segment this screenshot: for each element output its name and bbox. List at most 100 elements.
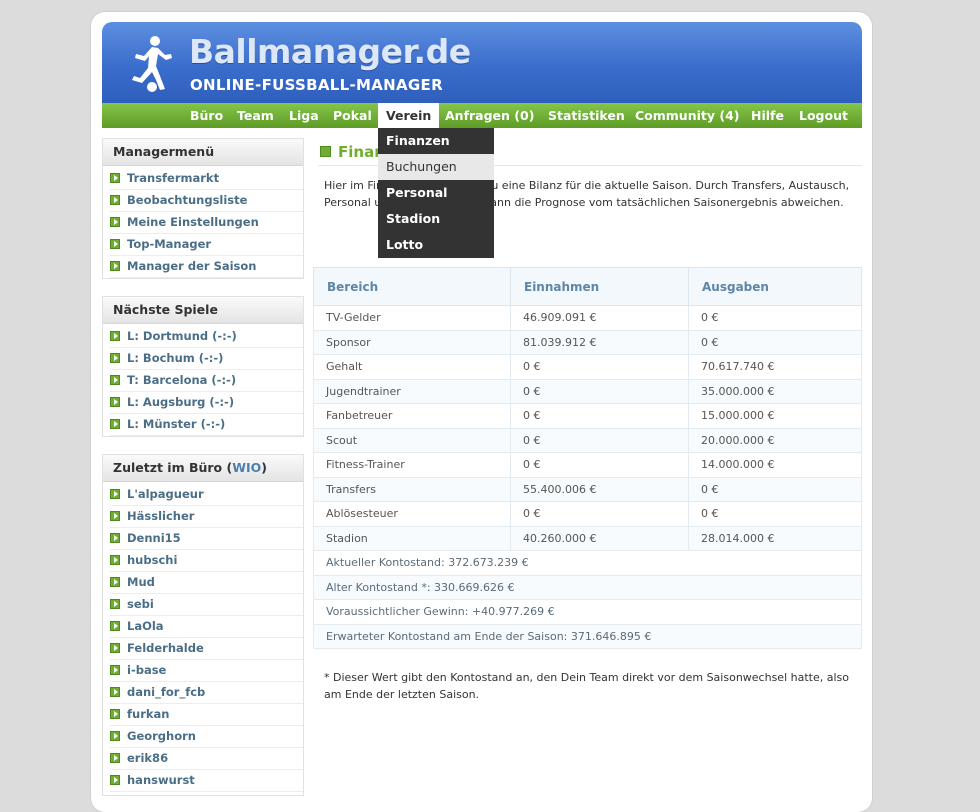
recent-user-item[interactable]: LaOla xyxy=(110,616,303,638)
next-game-item[interactable]: L: Bochum (-:-) xyxy=(110,348,303,370)
table-cell: 14.000.000 € xyxy=(688,452,862,478)
table-cell: 20.000.000 € xyxy=(688,427,862,453)
table-cell: 28.014.000 € xyxy=(688,525,862,551)
sidebar-item-transfermarkt[interactable]: Transfermarkt xyxy=(110,168,303,190)
summary-row: Voraussichtlicher Gewinn: +40.977.269 € xyxy=(313,599,862,625)
recent-user-item[interactable]: hanswurst xyxy=(110,770,303,792)
arrow-bullet-icon xyxy=(110,731,120,741)
summary-expected-profit: Voraussichtlicher Gewinn: +40.977.269 € xyxy=(313,599,862,625)
recent-user-item[interactable]: i-base xyxy=(110,660,303,682)
site-header: Ballmanager.de ONLINE-FUSSBALL-MANAGER xyxy=(102,22,862,103)
table-row: Scout 0 €20.000.000 € xyxy=(313,427,862,453)
table-cell: Ablösesteuer xyxy=(313,501,511,527)
sidebar-item-einstellungen[interactable]: Meine Einstellungen xyxy=(110,212,303,234)
column-header-bereich: Bereich xyxy=(313,267,511,306)
table-cell: TV-Gelder xyxy=(313,305,511,331)
nav-item-anfragen[interactable]: Anfragen (0) xyxy=(445,103,534,128)
table-cell: Fitness-Trainer xyxy=(313,452,511,478)
table-cell: 55.400.006 € xyxy=(510,476,689,502)
table-cell: Sponsor xyxy=(313,329,511,355)
section-square-icon xyxy=(320,146,331,157)
arrow-bullet-icon xyxy=(110,419,120,429)
site-title[interactable]: Ballmanager.de xyxy=(189,32,471,71)
table-row: Fanbetreuer 0 €15.000.000 € xyxy=(313,403,862,429)
next-games-title: Nächste Spiele xyxy=(103,297,303,324)
footnote-text: * Dieser Wert gibt den Kontostand an, de… xyxy=(324,671,849,701)
nav-item-buero[interactable]: Büro xyxy=(190,103,223,128)
recent-user-item[interactable]: Denni15 xyxy=(110,528,303,550)
nav-item-verein[interactable]: Verein xyxy=(378,103,440,128)
arrow-bullet-icon xyxy=(110,753,120,763)
arrow-bullet-icon xyxy=(110,331,120,341)
nav-item-team[interactable]: Team xyxy=(237,103,274,128)
table-cell: Fanbetreuer xyxy=(313,403,511,429)
table-cell: 0 € xyxy=(688,329,862,355)
menu-item-buchungen[interactable]: Buchungen xyxy=(378,154,494,180)
arrow-bullet-icon xyxy=(110,217,120,227)
table-cell: 0 € xyxy=(688,476,862,502)
recent-visitors-title: Zuletzt im Büro (WIO) xyxy=(103,455,303,482)
sidebar-item-beobachtungsliste[interactable]: Beobachtungsliste xyxy=(110,190,303,212)
table-header-row: Bereich Einnahmen Ausgaben xyxy=(313,267,862,306)
table-cell: 0 € xyxy=(510,452,689,478)
sidebar-item-manager-der-saison[interactable]: Manager der Saison xyxy=(110,256,303,278)
arrow-bullet-icon xyxy=(110,195,120,205)
next-game-item[interactable]: L: Münster (-:-) xyxy=(110,414,303,436)
recent-user-item[interactable]: sebi xyxy=(110,594,303,616)
arrow-bullet-icon xyxy=(110,599,120,609)
recent-user-item[interactable]: Felderhalde xyxy=(110,638,303,660)
table-cell: 0 € xyxy=(510,354,689,380)
main-nav: Büro Team Liga Pokal Verein Anfragen (0)… xyxy=(102,103,862,128)
next-game-item[interactable]: L: Augsburg (-:-) xyxy=(110,392,303,414)
next-game-item[interactable]: T: Barcelona (-:-) xyxy=(110,370,303,392)
table-cell: 0 € xyxy=(510,403,689,429)
recent-user-item[interactable]: erik86 xyxy=(110,748,303,770)
menu-item-stadion[interactable]: Stadion xyxy=(378,206,494,232)
menu-item-personal[interactable]: Personal xyxy=(378,180,494,206)
recent-user-item[interactable]: Hässlicher xyxy=(110,506,303,528)
table-row: Jugendtrainer 0 €35.000.000 € xyxy=(313,378,862,404)
recent-user-item[interactable]: Mud xyxy=(110,572,303,594)
table-cell: 35.000.000 € xyxy=(688,378,862,404)
table-cell: Jugendtrainer xyxy=(313,378,511,404)
table-row: TV-Gelder 46.909.091 €0 € xyxy=(313,305,862,331)
summary-row: Erwarteter Kontostand am Ende der Saison… xyxy=(313,623,862,649)
finance-table: Bereich Einnahmen Ausgaben TV-Gelder 46.9… xyxy=(313,267,862,649)
table-row: Stadion 40.260.000 €28.014.000 € xyxy=(313,525,862,551)
recent-user-item[interactable]: Georghorn xyxy=(110,726,303,748)
arrow-bullet-icon xyxy=(110,511,120,521)
arrow-bullet-icon xyxy=(110,489,120,499)
recent-user-item[interactable]: dani_for_fcb xyxy=(110,682,303,704)
table-cell: Scout xyxy=(313,427,511,453)
nav-item-hilfe[interactable]: Hilfe xyxy=(751,103,784,128)
sidebar-item-top-manager[interactable]: Top-Manager xyxy=(110,234,303,256)
arrow-bullet-icon xyxy=(110,621,120,631)
summary-row: Alter Kontostand *: 330.669.626 € xyxy=(313,574,862,600)
nav-item-pokal[interactable]: Pokal xyxy=(333,103,372,128)
arrow-bullet-icon xyxy=(110,173,120,183)
summary-current-balance: Aktueller Kontostand: 372.673.239 € xyxy=(313,550,862,576)
table-cell: 40.260.000 € xyxy=(510,525,689,551)
recent-user-item[interactable]: L'alpagueur xyxy=(110,484,303,506)
table-row: Sponsor 81.039.912 €0 € xyxy=(313,329,862,355)
arrow-bullet-icon xyxy=(110,239,120,249)
summary-expected-balance: Erwarteter Kontostand am Ende der Saison… xyxy=(313,623,862,649)
next-game-item[interactable]: L: Dortmund (-:-) xyxy=(110,326,303,348)
soccer-player-logo-icon xyxy=(132,36,172,92)
arrow-bullet-icon xyxy=(110,261,120,271)
nav-item-community[interactable]: Community (4) xyxy=(635,103,740,128)
recent-user-item[interactable]: furkan xyxy=(110,704,303,726)
recent-user-item[interactable]: hubschi xyxy=(110,550,303,572)
nav-item-statistiken[interactable]: Statistiken xyxy=(548,103,625,128)
column-header-ausgaben: Ausgaben xyxy=(688,267,862,306)
table-cell: Gehalt xyxy=(313,354,511,380)
table-cell: 15.000.000 € xyxy=(688,403,862,429)
arrow-bullet-icon xyxy=(110,665,120,675)
nav-item-liga[interactable]: Liga xyxy=(289,103,319,128)
menu-item-finanzen[interactable]: Finanzen xyxy=(378,128,494,154)
nav-item-logout[interactable]: Logout xyxy=(799,103,848,128)
table-row: Transfers 55.400.006 €0 € xyxy=(313,476,862,502)
table-cell: Stadion xyxy=(313,525,511,551)
menu-item-lotto[interactable]: Lotto xyxy=(378,232,494,258)
wio-link[interactable]: WIO xyxy=(232,460,261,475)
